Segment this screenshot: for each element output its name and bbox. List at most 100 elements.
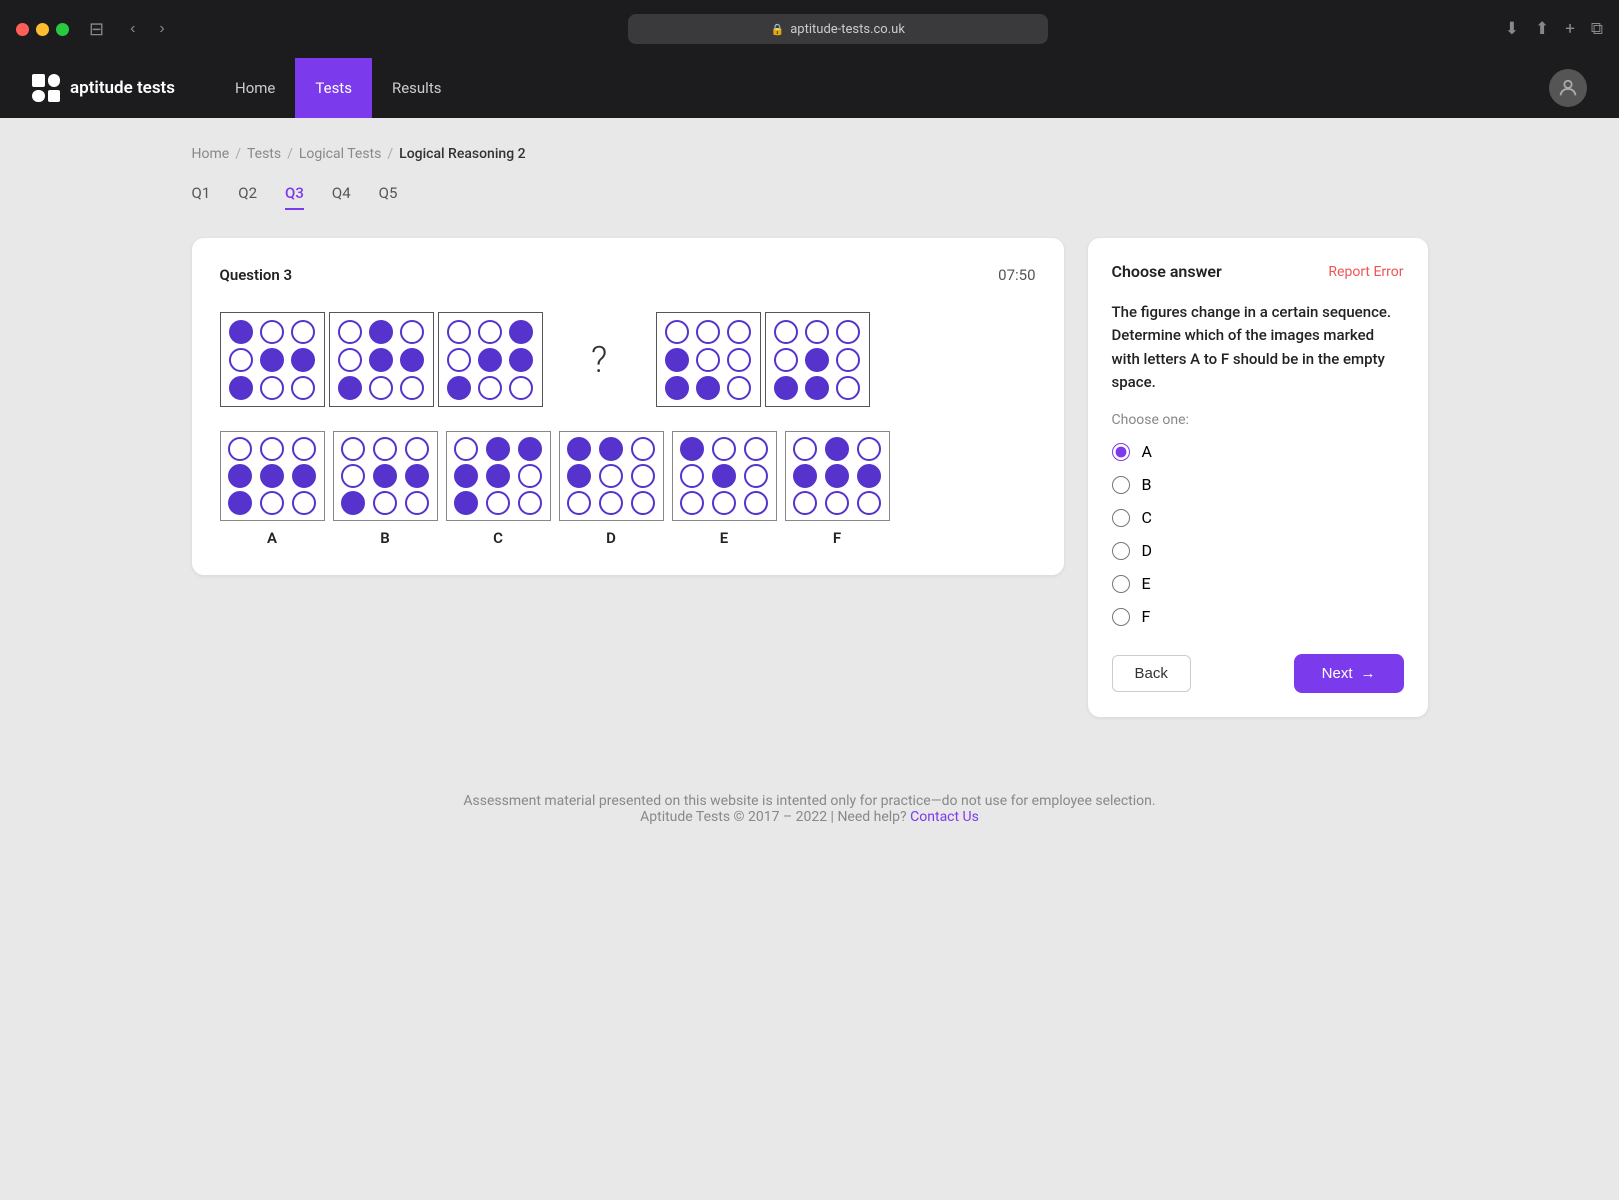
- lock-icon: 🔒: [771, 23, 785, 36]
- question-description: The figures change in a certain sequence…: [1112, 301, 1404, 394]
- action-buttons: Back Next →: [1112, 654, 1404, 693]
- answer-option-c: C: [446, 431, 551, 547]
- matrix-top-row: ?: [220, 312, 1036, 407]
- radio-d[interactable]: [1112, 542, 1130, 560]
- tab-q1[interactable]: Q1: [192, 184, 211, 210]
- answer-cell-b: [333, 431, 438, 521]
- nav-links: Home Tests Results: [215, 58, 1549, 118]
- tab-q5[interactable]: Q5: [379, 184, 398, 210]
- question-card: Question 3 07:50: [192, 238, 1064, 575]
- matrix-cell-5: [656, 312, 761, 407]
- answer-option-e: E: [672, 431, 777, 547]
- answer-cell-a: [220, 431, 325, 521]
- browser-dots: [16, 23, 69, 36]
- answer-label-b: B: [380, 529, 390, 547]
- logo-text: aptitude tests: [70, 78, 175, 98]
- dot-red[interactable]: [16, 23, 29, 36]
- answer-option-b: B: [333, 431, 438, 547]
- question-header: Question 3 07:50: [220, 266, 1036, 284]
- matrix-cell-2: [329, 312, 434, 407]
- sidebar-toggle-button[interactable]: ⊟: [81, 15, 112, 44]
- user-avatar[interactable]: [1549, 69, 1587, 107]
- radio-c[interactable]: [1112, 509, 1130, 527]
- main-content: Home / Tests / Logical Tests / Logical R…: [160, 118, 1460, 745]
- next-label: Next: [1322, 665, 1353, 682]
- radio-label-b: B: [1142, 475, 1152, 494]
- question-layout: Question 3 07:50: [192, 238, 1428, 717]
- radio-label-f: F: [1142, 607, 1151, 626]
- answer-label-d: D: [606, 529, 616, 547]
- radio-option-a[interactable]: A: [1112, 442, 1404, 461]
- choose-one-label: Choose one:: [1112, 412, 1404, 428]
- answer-option-f: F: [785, 431, 890, 547]
- tab-q4[interactable]: Q4: [332, 184, 351, 210]
- question-tabs: Q1 Q2 Q3 Q4 Q5: [192, 184, 1428, 210]
- back-button[interactable]: Back: [1112, 655, 1191, 692]
- address-bar-container: 🔒 aptitude-tests.co.uk: [183, 14, 1493, 44]
- timer: 07:50: [998, 266, 1035, 284]
- address-bar[interactable]: 🔒 aptitude-tests.co.uk: [628, 14, 1048, 44]
- radio-option-f[interactable]: F: [1112, 607, 1404, 626]
- report-error-link[interactable]: Report Error: [1328, 264, 1403, 280]
- radio-f[interactable]: [1112, 608, 1130, 626]
- footer-disclaimer: Assessment material presented on this we…: [0, 793, 1619, 809]
- dot-green[interactable]: [56, 23, 69, 36]
- radio-label-a: A: [1142, 442, 1152, 461]
- back-button[interactable]: ‹: [124, 16, 141, 42]
- matrix-cell-question: ?: [547, 312, 652, 407]
- answers-grid: A B: [220, 431, 1036, 547]
- window-icon[interactable]: ⧉: [1591, 19, 1603, 39]
- answer-label-a: A: [267, 529, 277, 547]
- forward-button[interactable]: ›: [153, 16, 170, 42]
- breadcrumb: Home / Tests / Logical Tests / Logical R…: [192, 146, 1428, 162]
- footer-copyright-text: Aptitude Tests © 2017 – 2022 | Need help…: [640, 809, 907, 825]
- radio-option-c[interactable]: C: [1112, 508, 1404, 527]
- share-icon[interactable]: ⬆: [1535, 19, 1549, 39]
- next-button[interactable]: Next →: [1294, 654, 1404, 693]
- answer-panel-header: Choose answer Report Error: [1112, 262, 1404, 281]
- next-arrow-icon: →: [1361, 665, 1376, 682]
- contact-us-link[interactable]: Contact Us: [910, 809, 979, 825]
- url-text: aptitude-tests.co.uk: [790, 22, 905, 37]
- breadcrumb-sep-1: /: [235, 146, 241, 162]
- radio-a[interactable]: [1112, 443, 1130, 461]
- question-number: Question 3: [220, 266, 293, 284]
- download-icon[interactable]: ⬇: [1505, 19, 1519, 39]
- radio-label-c: C: [1142, 508, 1152, 527]
- matrix-cell-6: [765, 312, 870, 407]
- breadcrumb-sep-2: /: [287, 146, 293, 162]
- answer-cell-e: [672, 431, 777, 521]
- browser-chrome: ⊟ ‹ › 🔒 aptitude-tests.co.uk ⬇ ⬆ + ⧉: [0, 0, 1619, 58]
- radio-option-b[interactable]: B: [1112, 475, 1404, 494]
- radio-option-e[interactable]: E: [1112, 574, 1404, 593]
- radio-label-d: D: [1142, 541, 1153, 560]
- nav-link-home[interactable]: Home: [215, 58, 295, 118]
- tab-q3[interactable]: Q3: [285, 184, 304, 210]
- radio-e[interactable]: [1112, 575, 1130, 593]
- breadcrumb-sep-3: /: [387, 146, 393, 162]
- tab-q2[interactable]: Q2: [238, 184, 257, 210]
- nav-link-results[interactable]: Results: [372, 58, 462, 118]
- new-tab-icon[interactable]: +: [1565, 19, 1575, 39]
- answer-label-f: F: [833, 529, 841, 547]
- matrix-cell-1: [220, 312, 325, 407]
- top-nav: aptitude tests Home Tests Results: [0, 58, 1619, 118]
- breadcrumb-logical-tests[interactable]: Logical Tests: [299, 146, 381, 162]
- choose-answer-label: Choose answer: [1112, 262, 1222, 281]
- answer-cell-f: [785, 431, 890, 521]
- radio-b[interactable]: [1112, 476, 1130, 494]
- radio-options: A B C D E: [1112, 442, 1404, 626]
- matrix-cell-3: [438, 312, 543, 407]
- answer-option-a: A: [220, 431, 325, 547]
- footer-copyright: Aptitude Tests © 2017 – 2022 | Need help…: [0, 809, 1619, 825]
- footer: Assessment material presented on this we…: [0, 745, 1619, 849]
- radio-option-d[interactable]: D: [1112, 541, 1404, 560]
- breadcrumb-current: Logical Reasoning 2: [399, 146, 525, 162]
- dot-yellow[interactable]: [36, 23, 49, 36]
- answer-option-d: D: [559, 431, 664, 547]
- breadcrumb-home[interactable]: Home: [192, 146, 230, 162]
- nav-link-tests[interactable]: Tests: [295, 58, 372, 118]
- answer-cell-c: [446, 431, 551, 521]
- breadcrumb-tests[interactable]: Tests: [247, 146, 281, 162]
- logo-area: aptitude tests: [32, 74, 175, 102]
